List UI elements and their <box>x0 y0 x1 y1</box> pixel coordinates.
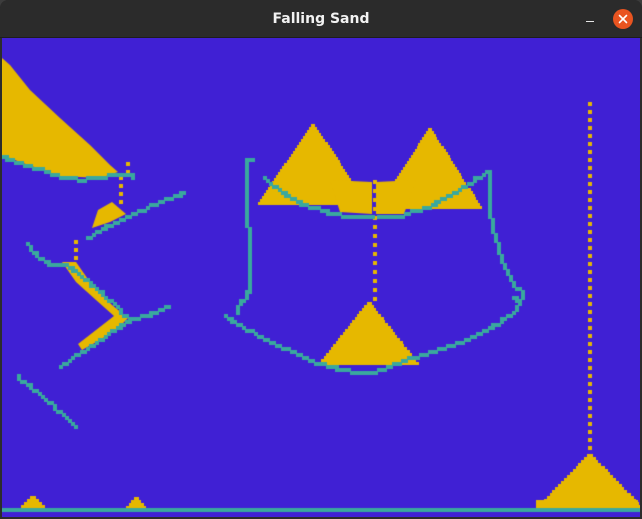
window-title: Falling Sand <box>272 11 370 27</box>
sand-canvas-area[interactable] <box>2 38 640 517</box>
app-window: Falling Sand <box>0 0 642 519</box>
titlebar: Falling Sand <box>0 0 642 38</box>
close-button[interactable] <box>613 9 633 29</box>
close-icon <box>618 14 628 24</box>
sand-simulation-canvas[interactable] <box>2 38 640 517</box>
minimize-icon <box>586 21 594 22</box>
minimize-button[interactable] <box>580 9 600 29</box>
